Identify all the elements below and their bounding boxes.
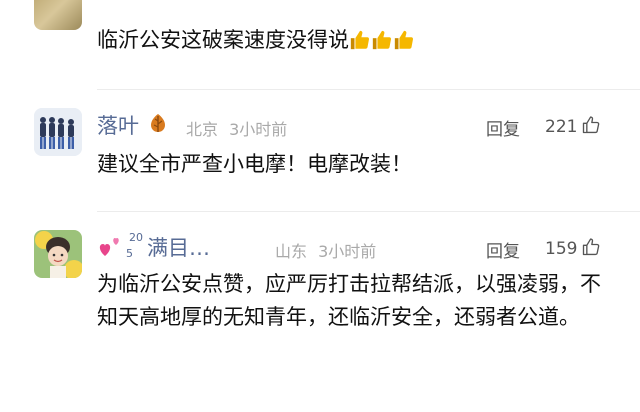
like-button[interactable]: 159 — [545, 237, 601, 259]
timestamp: 3小时前 — [229, 120, 288, 139]
user-name-text: 满目… — [147, 236, 210, 260]
thumbs-up-icon — [394, 30, 414, 50]
avatar[interactable] — [34, 0, 82, 30]
comment-text-body: 临沂公安这破案速度没得说 — [97, 28, 349, 52]
location: 北京 — [186, 120, 219, 139]
thumbs-up-outline-icon — [583, 238, 600, 256]
pink-hearts-icon — [99, 238, 119, 256]
location: 山东 — [275, 242, 308, 261]
avatar[interactable] — [34, 108, 82, 156]
comment-meta: 北京 3小时前 — [186, 116, 287, 140]
avatar-image — [34, 230, 82, 278]
user-name-text: 落叶 — [97, 114, 139, 138]
comment-meta: 山东 3小时前 — [275, 238, 376, 262]
divider — [97, 211, 640, 212]
user-name[interactable]: 20 5 满目… — [97, 231, 210, 262]
avatar[interactable] — [34, 230, 82, 278]
user-name[interactable]: 落叶 — [97, 110, 170, 140]
avatar-image — [34, 108, 82, 156]
timestamp: 3小时前 — [318, 242, 377, 261]
thumbs-up-icon — [372, 30, 392, 50]
fallen-leaf-icon — [150, 114, 165, 132]
thumbs-up-outline-icon — [583, 116, 600, 134]
reply-button[interactable]: 回复 — [486, 115, 520, 140]
like-button[interactable]: 221 — [545, 115, 601, 137]
thumbs-up-icon — [350, 30, 370, 50]
reply-button[interactable]: 回复 — [486, 237, 520, 262]
like-count: 221 — [545, 117, 578, 137]
comment-text: 临沂公安这破案速度没得说 — [97, 24, 610, 57]
like-count: 159 — [545, 239, 578, 259]
comment-text: 为临沂公安点赞，应严厉打击拉帮结派，以强凌弱，不知天高地厚的无知青年，还临沂安全… — [97, 272, 601, 329]
name-superscript: 20 — [129, 231, 143, 244]
divider — [97, 89, 640, 90]
name-subscript: 5 — [126, 247, 133, 260]
comment-text: 建议全市严查小电摩！电摩改装！ — [97, 152, 412, 176]
